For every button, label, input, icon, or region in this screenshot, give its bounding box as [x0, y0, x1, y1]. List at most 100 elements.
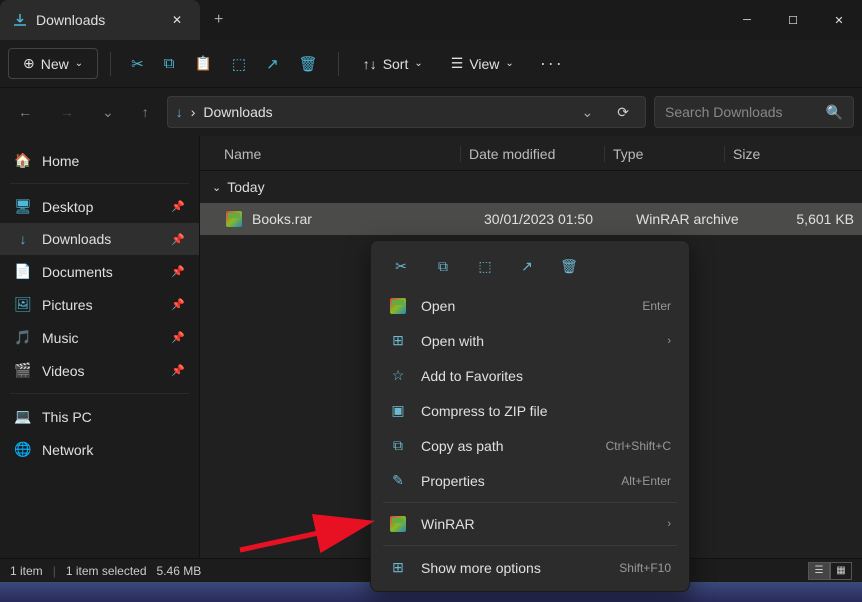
sidebar-item-home[interactable]: 🏠 Home [0, 144, 199, 177]
refresh-button[interactable]: ⟳ [609, 96, 637, 129]
delete-icon[interactable]: 🗑 [291, 47, 326, 81]
context-icon-row: ✂ ⧉ ⬚ ↗ 🗑 [377, 247, 683, 289]
address-bar[interactable]: ↓ › Downloads ⌄ ⟳ [167, 96, 646, 128]
sort-label: Sort [383, 56, 409, 72]
ctx-shortcut: Enter [642, 299, 671, 313]
plus-icon: ⊕ [23, 55, 35, 72]
sidebar-label: This PC [42, 409, 92, 425]
sidebar-item-pictures[interactable]: 🖼 Pictures 📌 [0, 288, 199, 321]
address-dropdown[interactable]: ⌄ [574, 104, 602, 121]
new-tab-button[interactable]: + [200, 0, 237, 40]
ctx-shortcut: Shift+F10 [619, 561, 671, 575]
ctx-open-with[interactable]: ⊞ Open with › [377, 323, 683, 358]
downloads-folder-icon [12, 12, 28, 28]
ctx-rename-button[interactable]: ⬚ [467, 251, 503, 281]
back-button[interactable]: ← [8, 96, 42, 128]
copy-icon[interactable]: ⧉ [156, 47, 183, 80]
new-button[interactable]: ⊕ New ⌄ [8, 48, 98, 79]
sidebar-label: Documents [42, 264, 113, 280]
ctx-label: Compress to ZIP file [421, 403, 671, 419]
column-type[interactable]: Type [604, 146, 724, 162]
pin-icon[interactable]: 📌 [171, 364, 185, 377]
forward-button[interactable]: → [50, 96, 84, 128]
properties-icon: ✎ [389, 472, 407, 489]
pictures-icon: 🖼 [14, 296, 32, 313]
context-separator [383, 545, 677, 546]
column-size[interactable]: Size [724, 146, 814, 162]
column-name[interactable]: Name [224, 146, 460, 162]
sidebar-item-documents[interactable]: 📄 Documents 📌 [0, 255, 199, 288]
ctx-label: Open with [421, 333, 653, 349]
more-menu-button[interactable]: ··· [530, 45, 574, 82]
recent-button[interactable]: ⌄ [92, 96, 124, 129]
file-size: 5,601 KB [764, 211, 854, 227]
ctx-label: Add to Favorites [421, 368, 671, 384]
pin-icon[interactable]: 📌 [171, 265, 185, 278]
winrar-icon [389, 298, 407, 314]
pin-icon[interactable]: 📌 [171, 233, 185, 246]
cut-icon[interactable]: ✂ [123, 47, 152, 81]
tab-close-button[interactable]: ✕ [166, 11, 188, 29]
column-headers: Name Date modified Type Size [200, 136, 862, 171]
view-icon: ☰ [451, 55, 464, 72]
active-tab[interactable]: Downloads ✕ [0, 0, 200, 40]
group-header-today[interactable]: ⌄ Today [200, 171, 862, 203]
close-button[interactable]: ✕ [816, 0, 862, 40]
up-button[interactable]: ↑ [132, 96, 159, 128]
ctx-copy-path[interactable]: ⧉ Copy as path Ctrl+Shift+C [377, 428, 683, 463]
window-controls: ─ ☐ ✕ [724, 0, 862, 40]
sidebar-item-music[interactable]: 🎵 Music 📌 [0, 321, 199, 354]
downloads-icon: ↓ [14, 231, 32, 247]
ctx-winrar[interactable]: WinRAR › [377, 507, 683, 541]
ctx-compress[interactable]: ▣ Compress to ZIP file [377, 393, 683, 428]
home-icon: 🏠 [14, 152, 32, 169]
videos-icon: 🎬 [14, 362, 32, 379]
pin-icon[interactable]: 📌 [171, 200, 185, 213]
group-label: Today [227, 179, 264, 195]
chevron-right-icon: › [667, 335, 671, 347]
sidebar-item-videos[interactable]: 🎬 Videos 📌 [0, 354, 199, 387]
search-placeholder: Search Downloads [665, 104, 783, 120]
context-menu: ✂ ⧉ ⬚ ↗ 🗑 Open Enter ⊞ Open with › ☆ Add… [370, 240, 690, 592]
thumbnails-view-button[interactable]: ▦ [830, 562, 852, 580]
share-icon[interactable]: ↗ [258, 47, 287, 81]
status-separator: | [53, 564, 56, 578]
divider [338, 52, 339, 76]
ctx-favorites[interactable]: ☆ Add to Favorites [377, 358, 683, 393]
maximize-button[interactable]: ☐ [770, 0, 816, 40]
minimize-button[interactable]: ─ [724, 0, 770, 40]
ctx-delete-button[interactable]: 🗑 [551, 251, 587, 281]
sidebar-item-thispc[interactable]: 💻 This PC [0, 400, 199, 433]
sidebar-item-network[interactable]: 🌐 Network [0, 433, 199, 466]
sort-button[interactable]: ↑↓ Sort ⌄ [351, 50, 435, 78]
ctx-show-more[interactable]: ⊞ Show more options Shift+F10 [377, 550, 683, 585]
chevron-down-icon: ⌄ [212, 181, 221, 194]
pin-icon[interactable]: 📌 [171, 298, 185, 311]
view-toggle: ☰ ▦ [808, 562, 852, 580]
ctx-cut-button[interactable]: ✂ [383, 251, 419, 281]
file-row[interactable]: Books.rar 30/01/2023 01:50 WinRAR archiv… [200, 203, 862, 235]
breadcrumb[interactable]: Downloads [203, 104, 272, 120]
sidebar: 🏠 Home 🖥 Desktop 📌 ↓ Downloads 📌 📄 Docum… [0, 136, 200, 578]
sidebar-item-desktop[interactable]: 🖥 Desktop 📌 [0, 190, 199, 223]
zip-icon: ▣ [389, 402, 407, 419]
sidebar-label: Music [42, 330, 79, 346]
ctx-share-button[interactable]: ↗ [509, 251, 545, 281]
ctx-properties[interactable]: ✎ Properties Alt+Enter [377, 463, 683, 498]
column-date[interactable]: Date modified [460, 146, 604, 162]
search-box[interactable]: Search Downloads 🔍 [654, 96, 854, 128]
ctx-open[interactable]: Open Enter [377, 289, 683, 323]
ctx-copy-button[interactable]: ⧉ [425, 251, 461, 281]
network-icon: 🌐 [14, 441, 32, 458]
search-icon[interactable]: 🔍 [826, 104, 843, 121]
view-label: View [469, 56, 499, 72]
rename-icon[interactable]: ⬚ [224, 47, 254, 81]
status-selection: 1 item selected [66, 564, 147, 578]
view-button[interactable]: ☰ View ⌄ [439, 49, 526, 78]
details-view-button[interactable]: ☰ [808, 562, 830, 580]
navbar: ← → ⌄ ↑ ↓ › Downloads ⌄ ⟳ Search Downloa… [0, 88, 862, 136]
pin-icon[interactable]: 📌 [171, 331, 185, 344]
sidebar-item-downloads[interactable]: ↓ Downloads 📌 [0, 223, 199, 255]
ctx-shortcut: Alt+Enter [621, 474, 671, 488]
winrar-icon [389, 516, 407, 532]
